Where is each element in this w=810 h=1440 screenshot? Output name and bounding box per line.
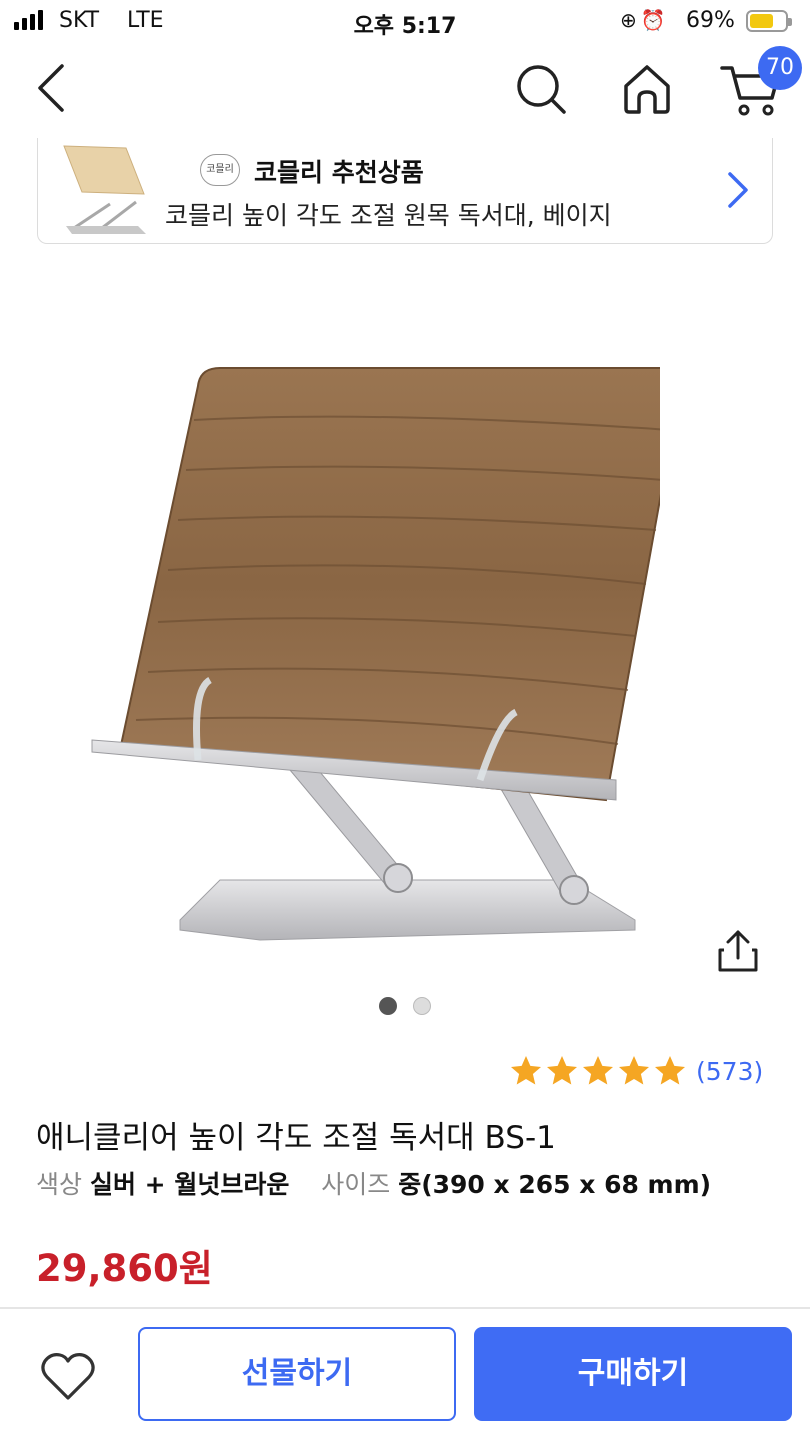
size-value: 중(390 x 265 x 68 mm) [398,1170,712,1199]
search-icon[interactable] [514,62,568,116]
chevron-right-icon [728,172,748,208]
color-value: 실버 + 월넛브라운 [89,1170,290,1199]
bottom-bar-divider [0,1307,810,1309]
star-icon [511,1056,541,1085]
recommended-product-banner[interactable]: 코믈리 코믈리 추천상품 코믈리 높이 각도 조절 원목 독서대, 베이지 [37,138,773,244]
brand-logo: 코믈리 [200,154,240,186]
star-icon [583,1056,613,1085]
product-options: 색상 실버 + 월넛브라운 사이즈 중(390 x 265 x 68 mm) [36,1165,711,1201]
recommended-product-thumbnail [63,145,146,234]
pagination-dot-2[interactable] [413,997,431,1015]
star-icon [655,1056,685,1085]
gift-button[interactable]: 선물하기 [138,1327,456,1421]
battery-percent: 69% [686,8,735,33]
recommendation-subtitle: 코믈리 높이 각도 조절 원목 독서대, 베이지 [165,201,612,230]
review-count[interactable]: (573) [696,1057,763,1086]
buy-button[interactable]: 구매하기 [474,1327,792,1421]
home-icon[interactable] [620,62,674,116]
pagination-dot-1[interactable] [379,997,397,1015]
share-icon[interactable] [716,928,760,974]
rating-summary[interactable]: (573) [508,1053,763,1089]
size-label: 사이즈 [321,1170,391,1199]
product-price: 29,860원 [36,1247,213,1290]
color-label: 색상 [36,1170,83,1199]
status-bar: SKT LTE 오후 5:17 ⊕⏰ 69% [0,0,810,44]
lock-rotation-alarm-icons: ⊕⏰ [620,8,670,32]
back-button[interactable] [30,60,74,116]
battery-icon [746,10,792,32]
product-title: 애니클리어 높이 각도 조절 독서대 BS-1 [36,1120,556,1156]
image-pagination [379,997,431,1015]
star-icon [619,1056,649,1085]
recommendation-title: 코믈리 추천상품 [254,158,424,187]
cart-count-badge: 70 [758,46,802,90]
star-icon [547,1056,577,1085]
heart-icon[interactable] [40,1350,96,1402]
product-image[interactable] [80,360,660,980]
